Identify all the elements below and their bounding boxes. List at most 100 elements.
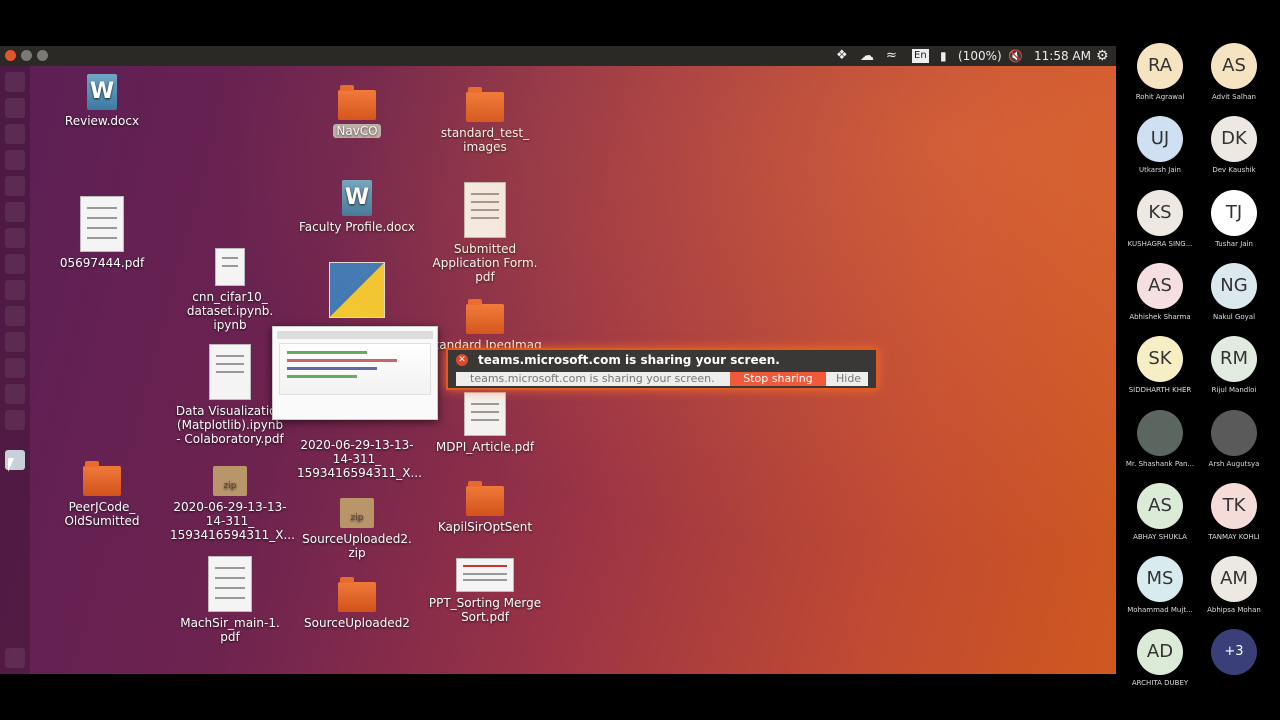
launcher-item[interactable]: [5, 124, 25, 144]
folder-icon: [83, 461, 121, 496]
word-document-icon: W: [87, 74, 117, 110]
dropbox-icon[interactable]: ❖: [836, 46, 848, 66]
participant-tile[interactable]: TK TANMAY KOHLI: [1197, 482, 1271, 541]
participant-name: Mohammad Mujt...: [1127, 606, 1193, 615]
participant-avatar: AD: [1137, 629, 1183, 676]
ubuntu-top-panel: ❖ ☁ ≈ En ▮ (100%) 🔇 11:58 AM ⚙: [0, 46, 1116, 66]
desktop-file-machsir-main[interactable]: MachSir_main-1. pdf: [170, 556, 290, 644]
window-thumbnail-preview[interactable]: [272, 326, 438, 420]
file-label: standard_test_ images: [440, 126, 530, 154]
launcher-item[interactable]: [5, 254, 25, 274]
desktop-file-faculty-profile[interactable]: W Faculty Profile.docx: [297, 180, 417, 234]
participant-tile[interactable]: TJ Tushar Jain: [1197, 189, 1271, 248]
file-label: SourceUploaded2: [304, 616, 410, 630]
python-icon: [329, 262, 385, 318]
desktop-folder-peerjcode[interactable]: PeerJCode_ OldSumitted: [42, 461, 162, 528]
desktop-file-zip-archive[interactable]: zip 2020-06-29-13-13- 14-311_ 1593416594…: [170, 466, 295, 542]
clock[interactable]: 11:58 AM: [1034, 46, 1091, 66]
participant-avatar: RM: [1211, 336, 1257, 383]
desktop-folder-kapilsiroptsent[interactable]: KapilSirOptSent: [425, 481, 545, 534]
launcher-item[interactable]: [5, 228, 25, 248]
battery-percentage: (100%): [958, 49, 1002, 63]
desktop-file-05697444-pdf[interactable]: 05697444.pdf: [42, 196, 162, 270]
file-label: MachSir_main-1. pdf: [180, 616, 280, 644]
desktop-file-cnn-cifar10[interactable]: cnn_cifar10_ dataset.ipynb. ipynb: [170, 248, 290, 332]
participant-photo-avatar: [1211, 409, 1257, 456]
launcher-item[interactable]: [5, 72, 25, 92]
folder-icon: [466, 481, 504, 516]
desktop-file-mdpi-article[interactable]: MDPI_Article.pdf: [425, 392, 545, 454]
volume-muted-icon[interactable]: 🔇: [1008, 46, 1023, 66]
launcher-item[interactable]: [5, 358, 25, 378]
wifi-icon[interactable]: ≈: [886, 46, 897, 66]
launcher-item[interactable]: [5, 306, 25, 326]
launcher-item[interactable]: [5, 384, 25, 404]
participant-tile[interactable]: Arsh Augutsya: [1197, 409, 1271, 468]
launcher-item[interactable]: [5, 202, 25, 222]
participant-avatar: SK: [1137, 336, 1183, 383]
zip-icon-label: zip: [223, 481, 237, 491]
participant-avatar: TJ: [1211, 189, 1257, 236]
window-maximize-button[interactable]: [37, 50, 48, 61]
participant-tile[interactable]: MS Mohammad Mujt...: [1123, 556, 1197, 614]
cloud-icon[interactable]: ☁: [860, 46, 874, 66]
keyboard-layout-indicator[interactable]: En: [912, 49, 929, 63]
window-close-button[interactable]: [5, 50, 16, 61]
battery-icon[interactable]: ▮: [940, 46, 947, 66]
participant-tile[interactable]: AD ARCHITA DUBEY: [1123, 629, 1197, 687]
stop-sharing-button[interactable]: Stop sharing: [730, 372, 826, 386]
desktop-folder-standard-test-images[interactable]: standard_test_ images: [425, 87, 545, 154]
participant-name: Rijul Mandloi: [1211, 386, 1257, 395]
participant-tile[interactable]: AS Advit Salhan: [1197, 43, 1271, 101]
participant-tile[interactable]: UJ Utkarsh Jain: [1123, 116, 1197, 174]
participant-avatar: TK: [1211, 482, 1257, 529]
shared-screen: ❖ ☁ ≈ En ▮ (100%) 🔇 11:58 AM ⚙ W Review.…: [0, 46, 1116, 674]
participant-avatar: DK: [1211, 116, 1257, 163]
participant-tile[interactable]: Mr. Shashank Pan...: [1123, 409, 1197, 468]
desktop-file-submitted-application[interactable]: Submitted Application Form. pdf: [425, 182, 545, 284]
desktop-folder-standard-jpeg[interactable]: standard JpegImag: [425, 299, 545, 352]
hide-button[interactable]: Hide: [836, 372, 861, 386]
zip-icon-label: zip: [350, 513, 364, 523]
launcher-item[interactable]: [5, 150, 25, 170]
participant-tile[interactable]: AS Abhishek Sharma: [1123, 262, 1197, 321]
launcher-bar: [0, 66, 30, 674]
desktop-file-ppt-sorting[interactable]: PPT_Sorting Merge Sort.pdf: [425, 558, 545, 624]
file-label: Review.docx: [64, 114, 140, 128]
participant-tile[interactable]: SK SIDDHARTH KHER: [1123, 336, 1197, 394]
launcher-item[interactable]: [5, 98, 25, 118]
desktop-file-2020-06-29[interactable]: 2020-06-29-13-13- 14-311_ 1593416594311_…: [297, 434, 422, 480]
participant-avatar: AM: [1211, 556, 1257, 603]
sharing-bar-text: teams.microsoft.com is sharing your scre…: [470, 372, 715, 385]
participant-tile[interactable]: AS ABHAY SHUKLA: [1123, 482, 1197, 541]
participant-tile[interactable]: RM Rijul Mandloi: [1197, 336, 1271, 394]
launcher-item[interactable]: [5, 176, 25, 196]
participant-avatar: UJ: [1137, 116, 1183, 163]
participant-name: Arsh Augutsya: [1208, 459, 1260, 468]
file-label: 05697444.pdf: [59, 256, 145, 270]
desktop-file-review-docx[interactable]: W Review.docx: [42, 74, 162, 128]
trash-icon[interactable]: [5, 648, 25, 668]
pdf-document-icon: [464, 392, 506, 436]
close-icon[interactable]: ✕: [456, 354, 468, 366]
desktop-folder-sourceuploaded2[interactable]: SourceUploaded2: [297, 577, 417, 630]
participant-tile[interactable]: +3: [1197, 629, 1271, 679]
launcher-item[interactable]: [5, 332, 25, 352]
participant-tile[interactable]: NG Nakul Goyal: [1197, 262, 1271, 321]
folder-icon: [466, 87, 504, 122]
participant-tile[interactable]: KS KUSHAGRA SING...: [1123, 189, 1197, 248]
launcher-item[interactable]: [5, 280, 25, 300]
participant-name: Abhipsa Mohan: [1207, 606, 1261, 615]
desktop-file-sourceuploaded2-zip[interactable]: zip SourceUploaded2. zip: [297, 498, 417, 560]
participant-name: ABHAY SHUKLA: [1133, 532, 1187, 541]
settings-gear-icon[interactable]: ⚙: [1096, 46, 1109, 66]
desktop-python-file[interactable]: [297, 262, 417, 318]
folder-icon: [466, 299, 504, 334]
participant-tile[interactable]: RA Rohit Agrawal: [1123, 43, 1197, 101]
window-minimize-button[interactable]: [21, 50, 32, 61]
participant-tile[interactable]: DK Dev Kaushik: [1197, 116, 1271, 174]
file-label: PeerJCode_ OldSumitted: [64, 500, 140, 528]
participant-tile[interactable]: AM Abhipsa Mohan: [1197, 556, 1271, 614]
desktop-folder-navco[interactable]: NavCO: [297, 85, 417, 138]
launcher-item[interactable]: [5, 410, 25, 430]
